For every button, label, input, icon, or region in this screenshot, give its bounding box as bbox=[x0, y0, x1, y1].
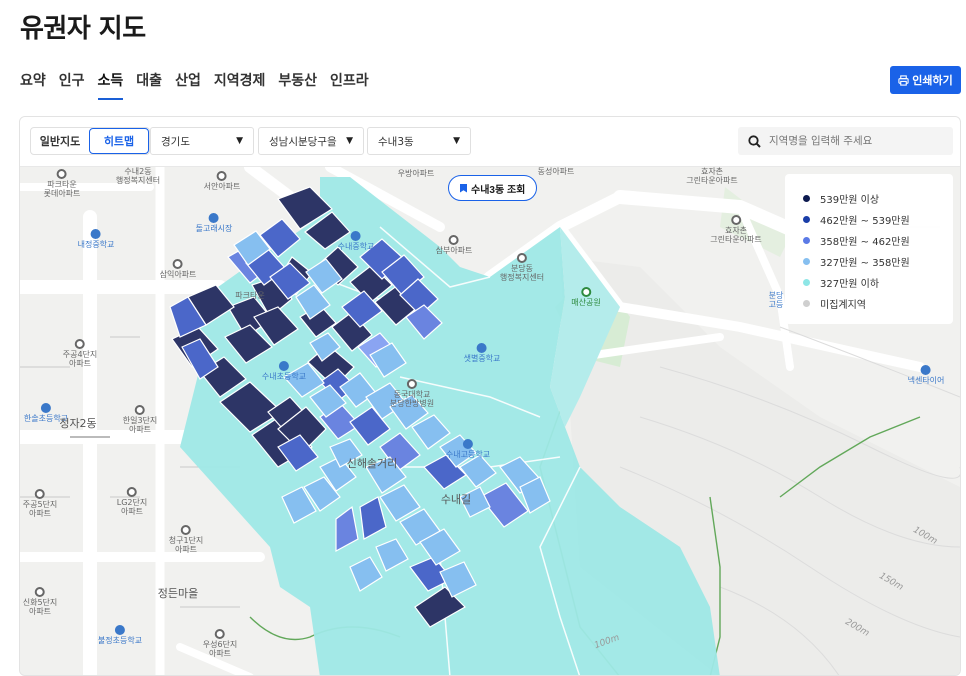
area-label: 신해솔거리 bbox=[346, 457, 398, 470]
district-select-value: 성남시분당구을 bbox=[269, 135, 337, 148]
dong-select-value: 수내3동 bbox=[378, 135, 414, 148]
tab-population[interactable]: 인구 bbox=[59, 70, 85, 100]
legend-item: 358만원 ~ 462만원 bbox=[803, 230, 953, 251]
tab-industry[interactable]: 산업 bbox=[175, 70, 201, 100]
region-search bbox=[738, 127, 953, 155]
dong-lookup-button[interactable]: 수내3동 조회 bbox=[448, 175, 538, 201]
poi-label: 샛별중학교 bbox=[464, 343, 500, 363]
poi-label: 수내고등학교 bbox=[446, 439, 490, 459]
poi-label: 파크타운 롯데아파트 bbox=[44, 169, 80, 198]
poi-label: 돌고래시장 bbox=[196, 213, 232, 233]
print-button[interactable]: 인쇄하기 bbox=[890, 66, 961, 94]
poi-label: 불정초등학교 bbox=[98, 625, 142, 645]
poi-label: 우방아파트 bbox=[397, 169, 435, 178]
poi-label: 파크타운 bbox=[235, 291, 265, 300]
chevron-down-icon: ▼ bbox=[346, 136, 353, 146]
legend-item: 327만원 ~ 358만원 bbox=[803, 251, 953, 272]
bookmark-icon bbox=[460, 183, 467, 193]
province-select[interactable]: 경기도 ▼ bbox=[150, 127, 254, 155]
poi-label: 삼부아파트 bbox=[436, 235, 472, 255]
area-label: 정든마을 bbox=[157, 587, 199, 600]
map-mode-toggle: 일반지도 히트맵 bbox=[30, 127, 150, 155]
poi-label: 효자촌 그린타운아파트 bbox=[710, 215, 762, 244]
poi-label: 넥센타이어 bbox=[908, 365, 944, 385]
poi-label: 우성6단지 아파트 bbox=[203, 629, 237, 658]
poi-label: 수내2동 행정복지센터 bbox=[115, 167, 161, 186]
heatmap-map[interactable]: 수내3동 조회 파크타운 롯데아파트 수내2동 행정복지센터 서안아파트 우방아파트… bbox=[20, 167, 960, 675]
legend-swatch bbox=[803, 258, 810, 265]
general-map-button[interactable]: 일반지도 bbox=[31, 128, 89, 154]
poi-label: 수내초등학교 bbox=[262, 361, 306, 381]
search-input[interactable] bbox=[769, 135, 939, 147]
dong-select[interactable]: 수내3동 ▼ bbox=[367, 127, 471, 155]
legend-swatch bbox=[803, 216, 810, 223]
legend-swatch bbox=[803, 237, 810, 244]
poi-label: 동국대학교 분당한방병원 bbox=[390, 379, 434, 408]
poi-label: LG2단지 아파트 bbox=[117, 487, 147, 516]
map-panel: 일반지도 히트맵 경기도 ▼ 성남시분당구을 ▼ 수내3동 ▼ 지역명을 입력해… bbox=[19, 116, 961, 676]
legend-item: 미집계지역 bbox=[803, 293, 953, 314]
tab-infrastructure[interactable]: 인프라 bbox=[330, 70, 369, 100]
area-label: 정자2동 bbox=[59, 417, 97, 430]
poi-label: 한일3단지 아파트 bbox=[123, 405, 157, 434]
chevron-down-icon: ▼ bbox=[236, 136, 243, 146]
dong-lookup-label: 수내3동 조회 bbox=[471, 184, 526, 196]
legend-swatch bbox=[803, 300, 810, 307]
poi-label: 내정중학교 bbox=[78, 229, 114, 249]
legend-item: 462만원 ~ 539만원 bbox=[803, 209, 953, 230]
tab-loan[interactable]: 대출 bbox=[136, 70, 162, 100]
print-button-label: 인쇄하기 bbox=[912, 74, 953, 87]
heatmap-button[interactable]: 히트맵 bbox=[89, 128, 149, 154]
poi-label: 신화5단지 아파트 bbox=[23, 587, 57, 616]
tab-regional-economy[interactable]: 지역경제 bbox=[214, 70, 266, 100]
poi-label: 분당 고등 bbox=[768, 291, 784, 310]
legend-swatch bbox=[803, 195, 810, 202]
income-legend: 539만원 이상 462만원 ~ 539만원 358만원 ~ 462만원 327… bbox=[785, 174, 953, 324]
tab-real-estate[interactable]: 부동산 bbox=[278, 70, 317, 100]
poi-label: 서안아파트 bbox=[204, 171, 240, 191]
tab-income[interactable]: 소득 bbox=[97, 70, 124, 100]
category-tabs: 요약 인구 소득 대출 산업 지역경제 부동산 인프라 bbox=[20, 70, 382, 100]
chevron-down-icon: ▼ bbox=[453, 136, 460, 146]
legend-swatch bbox=[803, 279, 810, 286]
legend-item: 539만원 이상 bbox=[803, 188, 953, 209]
poi-label: 주공4단지 아파트 bbox=[63, 339, 97, 368]
poi-label: 청구1단지 아파트 bbox=[169, 525, 203, 554]
poi-label: 삼익아파트 bbox=[160, 259, 196, 279]
poi-label: 매산공원 bbox=[571, 287, 601, 307]
search-icon bbox=[748, 134, 761, 148]
page-title: 유권자 지도 bbox=[20, 14, 146, 44]
province-select-value: 경기도 bbox=[161, 135, 190, 148]
map-toolbar: 일반지도 히트맵 경기도 ▼ 성남시분당구을 ▼ 수내3동 ▼ bbox=[20, 117, 960, 167]
poi-label: 주공5단지 아파트 bbox=[23, 489, 57, 518]
printer-icon bbox=[898, 74, 909, 86]
poi-label: 분당동 행정복지센터 bbox=[500, 253, 544, 282]
area-label: 수내길 bbox=[440, 493, 472, 506]
poi-label: 동성아파트 bbox=[537, 167, 575, 176]
poi-label: 효자촌 그린타운아파트 bbox=[686, 167, 738, 186]
tab-summary[interactable]: 요약 bbox=[20, 70, 46, 100]
legend-item: 327만원 이하 bbox=[803, 272, 953, 293]
poi-label: 수내중학교 bbox=[338, 231, 374, 251]
district-select[interactable]: 성남시분당구을 ▼ bbox=[258, 127, 364, 155]
